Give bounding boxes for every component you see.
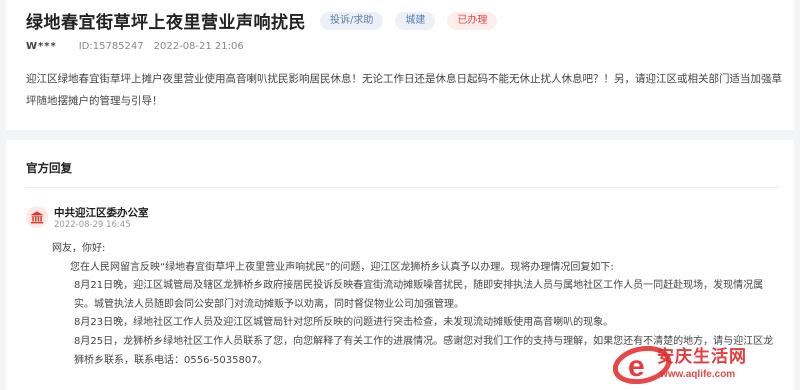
post-author: W*** [26, 41, 57, 52]
reply-time: 2022-08-29 16:45 [54, 220, 131, 230]
status-badge: 已办理 [447, 11, 498, 30]
site-watermark: e 安庆生活网 www.aqlife.com [612, 338, 800, 390]
title-row: 绿地春宜街草坪上夜里营业声响扰民 投诉/求助 城建 已办理 [26, 8, 498, 33]
reply-paragraph: 8月23日晚，绿地社区工作人员及迎江区城管局针对您所反映的问题进行突击检查，未发… [74, 317, 614, 329]
post-content: 迎江区绿地春宜街草坪上摊户夜里营业使用高音喇叭扰民影响居民休息！无论工作日还是休… [26, 73, 782, 107]
svg-text:e: e [628, 350, 645, 383]
watermark-text: 安庆生活网 [657, 347, 747, 367]
post-card: 绿地春宜街草坪上夜里营业声响扰民 投诉/求助 城建 已办理 W*** ID:15… [6, 0, 794, 130]
reply-paragraph: 8月21日晚，迎江区城管局及辖区龙狮桥乡政府接居民投诉反映春宜街流动摊贩噪音扰民… [74, 280, 764, 310]
post-id: ID:15785247 [78, 41, 144, 52]
watermark-url: www.aqlife.com [660, 369, 736, 380]
reply-greeting: 网友，你好: [52, 243, 106, 254]
reply-section-title: 官方回复 [26, 161, 72, 175]
post-title: 绿地春宜街草坪上夜里营业声响扰民 [26, 13, 306, 33]
divider [26, 187, 780, 188]
tag-department[interactable]: 城建 [395, 11, 436, 30]
tag-category[interactable]: 投诉/求助 [320, 11, 384, 30]
post-time: 2022-08-21 21:06 [153, 41, 244, 52]
government-building-icon [26, 206, 48, 228]
reply-paragraph: 您在人民网留言反映“绿地春宜街草坪上夜里营业声响扰民”的问题，迎江区龙狮桥乡认真… [70, 261, 614, 273]
post-meta: W*** ID:15785247 2022-08-21 21:06 [26, 41, 244, 52]
reply-org-name: 中共迎江区委办公室 [54, 207, 149, 219]
